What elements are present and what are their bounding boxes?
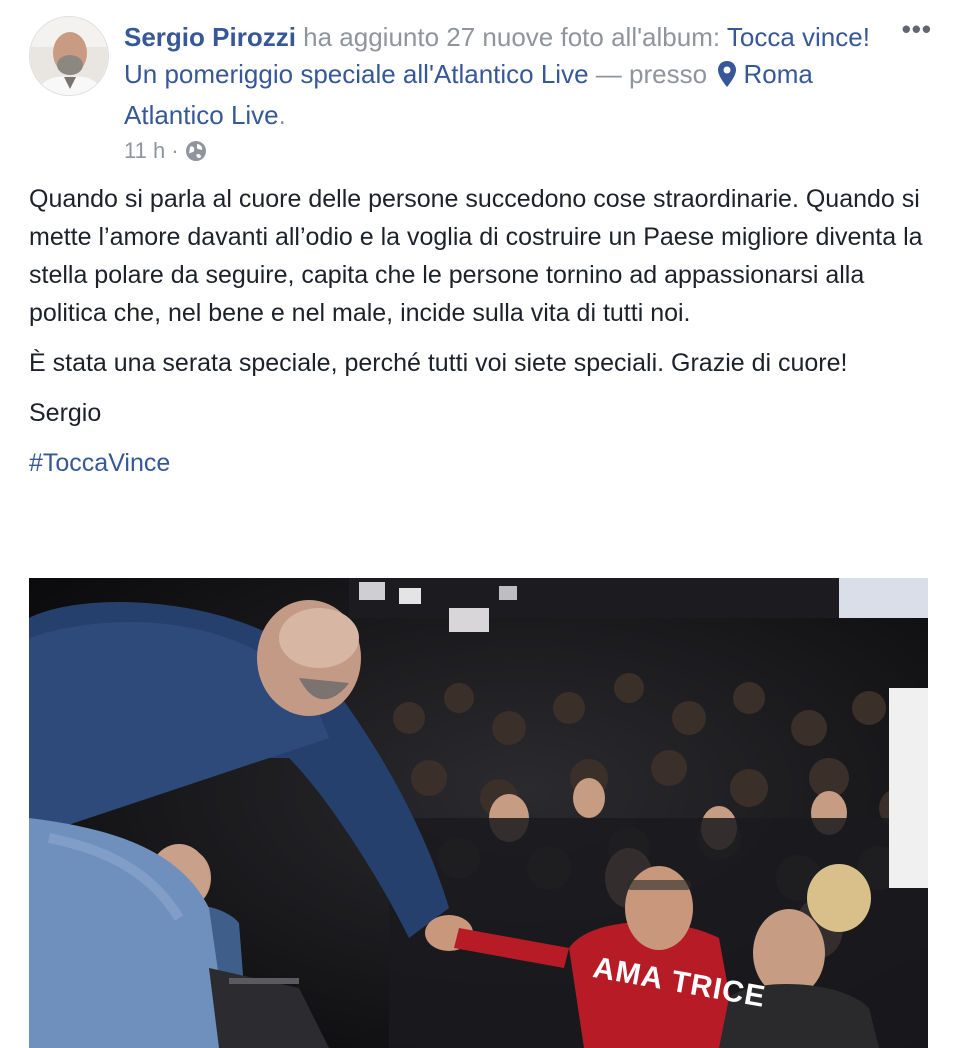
post-signature: Sergio [29,399,102,427]
post-action: ha aggiunto 27 nuove foto all'album: [303,22,721,52]
globe-icon[interactable] [185,140,207,162]
location-pin-icon [718,60,737,97]
author-name[interactable]: Sergio Pirozzi [124,22,296,52]
hashtag-link[interactable]: #ToccaVince [29,449,170,477]
ellipsis-icon[interactable]: ••• [902,16,932,42]
timestamp[interactable]: 11 h [124,138,165,164]
post-meta: 11 h · [124,138,207,164]
post-header: Sergio Pirozzi ha aggiunto 27 nuove foto… [124,22,870,130]
location-prefix: — presso [595,59,708,89]
post-photo[interactable] [29,578,928,1048]
crowd-photo [29,578,928,1048]
post-paragraph: Quando si parla al cuore delle persone s… [29,185,923,327]
avatar[interactable] [29,16,109,96]
facebook-post: Sergio Pirozzi ha aggiunto 27 nuove foto… [0,0,956,1048]
post-paragraph: È stata una serata speciale, perché tutt… [29,349,848,377]
avatar-image [30,17,108,95]
post-body: Quando si parla al cuore delle persone s… [29,180,929,494]
meta-separator: · [171,138,179,163]
